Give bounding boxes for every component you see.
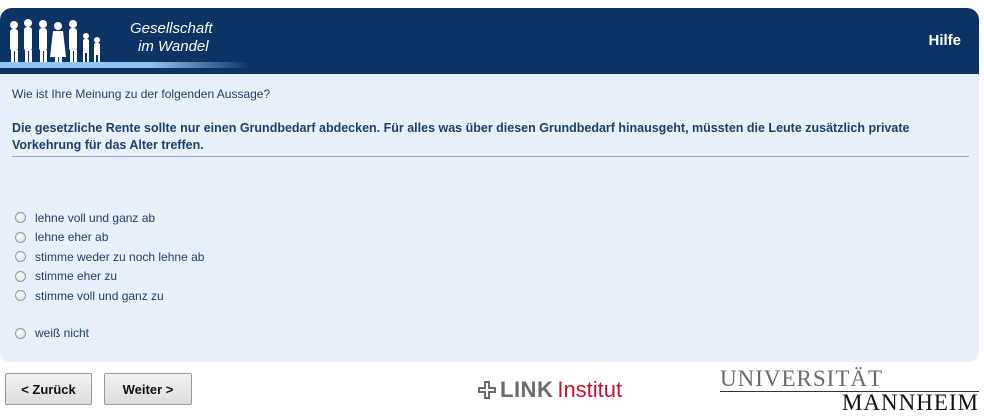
link-institut-logo: LINK Institut [478,375,622,405]
people-silhouette-icon [10,19,100,64]
radio-button[interactable] [15,212,26,224]
option-lehne-voll-und-ganz-ab[interactable]: lehne voll und ganz ab [15,208,204,228]
option-label: weiß nicht [35,326,90,341]
option-label: stimme eher zu [35,269,118,284]
question-statement: Die gesetzliche Rente sollte nur einen G… [12,121,910,152]
logo-text: Gesellschaft im Wandel [130,20,213,56]
link-logo-text: Institut [557,377,623,402]
universitaet-mannheim-logo: UNIVERSITÄT MANNHEIM [720,366,979,416]
question-panel: Wie ist Ihre Meinung zu der folgenden Au… [0,74,979,362]
link-logo-bold: LINK [500,377,554,402]
option-label: stimme voll und ganz zu [35,288,164,303]
back-button[interactable]: < Zurück [5,373,92,405]
link-cross-icon [478,381,496,399]
answer-options: lehne voll und ganz ab lehne eher ab sti… [15,208,204,343]
divider [12,156,969,157]
option-weiss-nicht[interactable]: weiß nicht [15,324,204,344]
radio-button[interactable] [15,251,26,263]
radio-button[interactable] [15,231,26,243]
radio-button[interactable] [15,270,26,282]
option-weder-noch[interactable]: stimme weder zu noch lehne ab [15,247,204,267]
option-lehne-eher-ab[interactable]: lehne eher ab [15,228,204,248]
header-bar: Gesellschaft im Wandel Hilfe [0,8,979,74]
option-label: stimme weder zu noch lehne ab [35,249,205,264]
next-button[interactable]: Weiter > [104,373,192,405]
logo-line2: im Wandel [138,38,209,55]
uni-line2: MANNHEIM [841,390,979,415]
gesellschaft-im-wandel-logo: Gesellschaft im Wandel [0,8,260,74]
option-stimme-voll-und-ganz-zu[interactable]: stimme voll und ganz zu [15,286,204,306]
logo-stripe [0,62,250,68]
option-stimme-eher-zu[interactable]: stimme eher zu [15,267,204,287]
question-intro: Wie ist Ihre Meinung zu der folgenden Au… [12,87,271,101]
logo-line1: Gesellschaft [130,20,213,37]
radio-button[interactable] [15,327,26,339]
radio-button[interactable] [15,290,26,302]
option-label: lehne eher ab [35,230,109,245]
uni-line1: UNIVERSITÄT [720,366,884,391]
help-link[interactable]: Hilfe [928,32,961,49]
option-label: lehne voll und ganz ab [35,210,156,225]
